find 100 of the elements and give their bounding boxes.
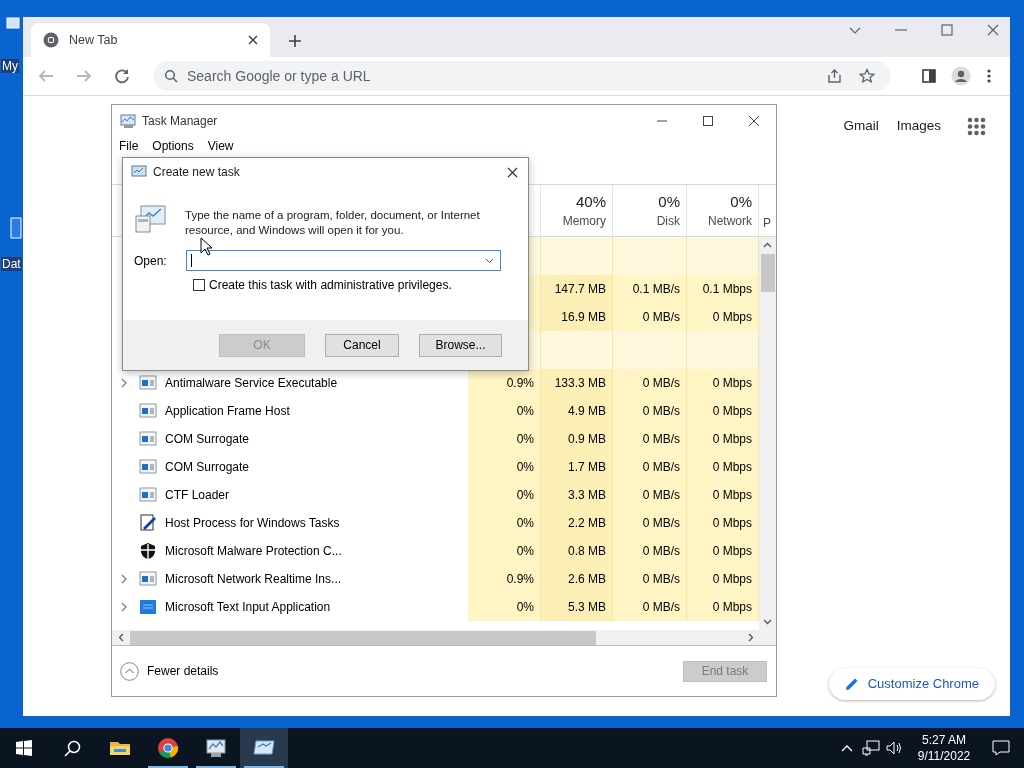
taskbar-button[interactable] — [240, 728, 288, 768]
dialog-message: Type the name of a program, folder, document, or Internet resource, and Windows will open it for you. — [185, 208, 481, 238]
process-icon — [139, 458, 157, 476]
clock-time[interactable]: 5:27 AM — [922, 732, 966, 748]
fewer-details-button[interactable]: Fewer details — [120, 661, 219, 681]
chrome-icon — [157, 737, 179, 759]
new-tab-icon[interactable] — [288, 34, 302, 48]
table-cell: 5.3 MB — [541, 593, 613, 621]
table-cell: 0.9% — [468, 369, 541, 397]
chevron-up-icon[interactable] — [841, 744, 853, 752]
open-combobox[interactable] — [186, 250, 501, 271]
side-panel-icon[interactable] — [921, 68, 937, 84]
table-cell: 147.7 MB — [541, 275, 613, 303]
table-cell: 0 MB/s — [613, 369, 687, 397]
table-cell: 0% — [468, 593, 541, 621]
maximize-icon[interactable] — [702, 114, 714, 127]
close-icon[interactable] — [507, 166, 518, 178]
process-name: Host Process for Windows Tasks — [165, 515, 340, 532]
column-header[interactable]: P — [763, 214, 771, 232]
reload-icon[interactable] — [113, 67, 131, 85]
process-icon — [139, 570, 157, 588]
browser-tab[interactable]: New Tab — [31, 23, 270, 57]
process-name: Antimalware Service Executable — [165, 375, 338, 392]
chrome-icon — [43, 32, 59, 48]
process-icon — [139, 374, 157, 392]
chevron-icon[interactable] — [120, 378, 128, 388]
table-cell: 2.2 MB — [541, 509, 613, 537]
column-percent: 0% — [658, 191, 680, 212]
column-percent: 0% — [730, 191, 752, 212]
scroll-up-icon[interactable] — [763, 242, 772, 248]
table-cell: 0.1 Mbps — [687, 275, 759, 303]
network-icon[interactable] — [862, 740, 880, 756]
menu-item[interactable]: File — [119, 137, 139, 155]
table-cell: 0 MB/s — [613, 509, 687, 537]
desktop-icon-label[interactable]: My — [1, 59, 19, 73]
dialog-button[interactable]: Cancel — [325, 333, 399, 357]
table-cell: 0 MB/s — [613, 425, 687, 453]
customize-chrome-button[interactable]: Customize Chrome — [828, 668, 995, 700]
table-cell: 0 Mbps — [687, 425, 759, 453]
dialog-button[interactable]: Browse... — [419, 333, 502, 357]
table-cell — [541, 331, 613, 369]
table-cell: 0 MB/s — [613, 303, 687, 331]
table-cell: 0 Mbps — [687, 565, 759, 593]
menu-item[interactable]: View — [207, 137, 234, 155]
column-header[interactable]: Memory — [562, 211, 606, 230]
header-link[interactable]: Gmail — [843, 116, 879, 137]
dropdown-icon[interactable] — [485, 257, 494, 264]
chevron-icon[interactable] — [120, 574, 128, 584]
table-cell: 0 Mbps — [687, 481, 759, 509]
monitor-icon — [120, 112, 137, 129]
table-cell: 3.3 MB — [541, 481, 613, 509]
table-cell: 0 Mbps — [687, 593, 759, 621]
scroll-thumb[interactable] — [130, 630, 596, 645]
notification-icon[interactable] — [992, 740, 1010, 756]
column-header[interactable]: Network — [708, 211, 752, 230]
table-cell: 0.9 MB — [541, 425, 613, 453]
star-icon[interactable] — [859, 68, 875, 84]
address-field[interactable]: Search Google or type a URL — [153, 61, 891, 91]
table-cell: 0 Mbps — [687, 537, 759, 565]
table-cell: 0% — [468, 397, 541, 425]
process-icon — [139, 514, 157, 532]
table-cell: 0 Mbps — [687, 397, 759, 425]
search-icon — [164, 69, 178, 83]
share-icon[interactable] — [827, 68, 843, 84]
table-cell: 0% — [468, 509, 541, 537]
menu-icon[interactable] — [987, 68, 991, 84]
process-name: Microsoft Text Input Application — [165, 599, 331, 616]
vertical-scrollbar[interactable] — [759, 237, 776, 630]
header-link[interactable]: Images — [896, 116, 941, 137]
horizontal-scrollbar[interactable] — [112, 630, 776, 646]
table-cell — [687, 237, 759, 275]
scroll-right-icon[interactable] — [748, 633, 754, 642]
scroll-down-icon[interactable] — [763, 619, 772, 625]
close-icon[interactable] — [248, 35, 258, 45]
table-cell: 0 MB/s — [613, 565, 687, 593]
table-cell: 0 MB/s — [613, 453, 687, 481]
table-cell — [687, 331, 759, 369]
search-icon[interactable] — [63, 739, 81, 757]
clock-date[interactable]: 9/11/2022 — [917, 748, 971, 764]
profile-icon[interactable] — [951, 66, 971, 86]
scroll-left-icon[interactable] — [118, 633, 124, 642]
windows-start-icon[interactable] — [16, 740, 32, 756]
window-title: Task Manager — [142, 112, 218, 130]
program-icon — [135, 204, 167, 234]
process-name: Application Frame Host — [165, 403, 290, 420]
table-cell: 0% — [468, 481, 541, 509]
table-cell: 0 Mbps — [687, 509, 759, 537]
column-header[interactable]: Disk — [656, 211, 680, 230]
table-cell: 0 MB/s — [613, 397, 687, 425]
open-label: Open: — [134, 252, 168, 270]
checkbox[interactable] — [193, 279, 205, 291]
menu-item[interactable]: Options — [152, 137, 194, 155]
apps-grid-icon[interactable] — [967, 116, 986, 136]
scroll-thumb[interactable] — [760, 254, 775, 292]
volume-icon[interactable] — [886, 740, 904, 756]
close-icon[interactable] — [748, 114, 760, 127]
table-cell: 1.7 MB — [541, 453, 613, 481]
desktop-icon-label[interactable]: Dat — [1, 257, 22, 271]
table-cell — [541, 237, 613, 275]
chevron-icon[interactable] — [120, 602, 128, 612]
